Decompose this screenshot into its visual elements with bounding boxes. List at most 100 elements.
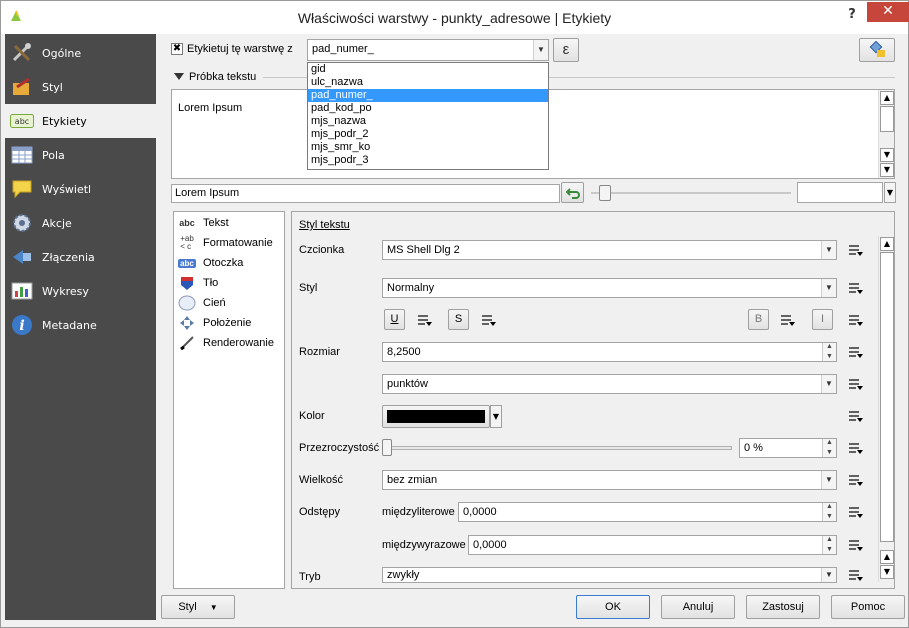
- chevron-down-icon[interactable]: ▼: [821, 241, 836, 259]
- field-option[interactable]: mjs_podr_3: [308, 154, 548, 167]
- tab-tekst[interactable]: abc Tekst: [177, 213, 228, 233]
- font-combo[interactable]: MS Shell Dlg 2 ▼: [382, 240, 837, 260]
- data-defined-override-button[interactable]: [845, 374, 871, 394]
- preview-text-input[interactable]: Lorem Ipsum: [171, 184, 560, 203]
- sidebar-item-pola[interactable]: Pola: [5, 138, 156, 172]
- font-label: Czcionka: [299, 244, 345, 256]
- sidebar-item-label: Wyświetl: [42, 182, 92, 196]
- sidebar-item-metadane[interactable]: i Metadane: [5, 308, 156, 342]
- word-spacing-stepper[interactable]: ▲ ▼: [822, 536, 836, 554]
- field-option[interactable]: mjs_podr_2: [308, 128, 548, 141]
- scroll-down-icon[interactable]: ▼: [880, 148, 894, 162]
- field-dropdown-list[interactable]: gid ulc_nazwa pad_numer_ pad_kod_po mjs_…: [307, 62, 549, 170]
- tab-polozenie[interactable]: Położenie: [177, 313, 251, 333]
- preview-scale-slider[interactable]: [591, 192, 791, 194]
- sidebar-item-ogolne[interactable]: Ogólne: [5, 36, 156, 70]
- mode-combo[interactable]: zwykły ▼: [382, 567, 837, 583]
- scroll-down-icon[interactable]: ▼: [880, 163, 894, 177]
- data-defined-override-button[interactable]: [845, 342, 871, 362]
- size-stepper[interactable]: ▲ ▼: [822, 343, 836, 361]
- data-defined-override-button[interactable]: [478, 310, 504, 330]
- background-color-box[interactable]: [797, 182, 883, 203]
- field-option[interactable]: pad_kod_po: [308, 102, 548, 115]
- tab-cien[interactable]: Cień: [177, 293, 226, 313]
- tab-tlo[interactable]: Tło: [177, 273, 218, 293]
- case-combo[interactable]: bez zmian ▼: [382, 470, 837, 490]
- apply-button[interactable]: Zastosuj: [746, 595, 820, 619]
- scroll-thumb[interactable]: [880, 252, 894, 542]
- sidebar-item-zlaczenia[interactable]: Złączenia: [5, 240, 156, 274]
- letter-spacing-stepper[interactable]: ▲ ▼: [822, 503, 836, 521]
- field-option-selected[interactable]: pad_numer_: [308, 89, 548, 102]
- sidebar-item-wykresy[interactable]: Wykresy: [5, 274, 156, 308]
- close-button[interactable]: ✕: [867, 2, 909, 22]
- expression-button[interactable]: ε: [553, 38, 579, 62]
- tab-renderowanie[interactable]: Renderowanie: [177, 333, 274, 353]
- tab-label: Położenie: [203, 317, 252, 329]
- rule-settings-button[interactable]: [859, 38, 895, 62]
- transparency-slider[interactable]: [386, 446, 732, 450]
- chevron-down-icon[interactable]: ▼: [884, 182, 896, 203]
- data-defined-override-button[interactable]: [845, 565, 871, 585]
- letter-spacing-spinbox[interactable]: 0,0000 ▲ ▼: [458, 502, 837, 522]
- scroll-down-icon[interactable]: ▼: [880, 565, 894, 579]
- italic-button[interactable]: I: [812, 309, 833, 330]
- field-option[interactable]: mjs_smr_ko: [308, 141, 548, 154]
- slider-handle[interactable]: [599, 185, 611, 201]
- ok-button[interactable]: OK: [576, 595, 650, 619]
- help-title-button[interactable]: ?: [837, 5, 867, 25]
- field-option[interactable]: gid: [308, 63, 548, 76]
- data-defined-override-button[interactable]: [845, 502, 871, 522]
- transparency-slider-handle[interactable]: [382, 439, 392, 456]
- data-defined-override-button[interactable]: [845, 278, 871, 298]
- scroll-thumb[interactable]: [880, 106, 894, 132]
- data-defined-override-button[interactable]: [845, 535, 871, 555]
- field-option[interactable]: ulc_nazwa: [308, 76, 548, 89]
- preview-scrollbar[interactable]: ▲ ▼ ▼: [878, 90, 894, 178]
- scroll-up-icon[interactable]: ▲: [880, 550, 894, 564]
- style-menu-button[interactable]: Styl ▼: [161, 595, 235, 619]
- transparency-spinbox[interactable]: 0 % ▲ ▼: [739, 438, 837, 458]
- strikeout-button[interactable]: S: [448, 309, 469, 330]
- data-defined-override-button[interactable]: [777, 310, 803, 330]
- chevron-down-icon[interactable]: ▼: [821, 375, 836, 393]
- label-field-value: pad_numer_: [312, 43, 374, 55]
- reset-preview-button[interactable]: [561, 182, 584, 203]
- data-defined-override-button[interactable]: [845, 406, 871, 426]
- scroll-up-icon[interactable]: ▲: [880, 91, 894, 105]
- chevron-down-icon[interactable]: ▼: [490, 405, 502, 428]
- chevron-down-icon[interactable]: ▼: [821, 279, 836, 297]
- tab-formatowanie[interactable]: +ab < c Formatowanie: [177, 233, 273, 253]
- sidebar-item-etykiety[interactable]: abc Etykiety: [5, 104, 156, 138]
- sidebar-item-styl[interactable]: Styl: [5, 70, 156, 104]
- chevron-down-icon[interactable]: ▼: [821, 568, 836, 582]
- underline-button[interactable]: U: [384, 309, 405, 330]
- field-option[interactable]: mjs_nazwa: [308, 115, 548, 128]
- help-button[interactable]: Pomoc: [831, 595, 905, 619]
- sidebar-item-akcje[interactable]: Akcje: [5, 206, 156, 240]
- scroll-up-icon[interactable]: ▲: [880, 237, 894, 251]
- data-defined-override-button[interactable]: [414, 310, 440, 330]
- style-combo[interactable]: Normalny ▼: [382, 278, 837, 298]
- chevron-down-icon[interactable]: ▼: [533, 40, 548, 60]
- size-spinbox[interactable]: 8,2500 ▲ ▼: [382, 342, 837, 362]
- color-button[interactable]: [382, 405, 490, 428]
- size-unit-combo[interactable]: punktów ▼: [382, 374, 837, 394]
- abc-label-icon: abc: [10, 110, 34, 132]
- word-spacing-spinbox[interactable]: 0,0000 ▲ ▼: [468, 535, 837, 555]
- bold-button[interactable]: B: [748, 309, 769, 330]
- data-defined-override-button[interactable]: [845, 470, 871, 490]
- label-layer-checkbox[interactable]: ✖: [171, 43, 183, 55]
- data-defined-override-button[interactable]: [845, 438, 871, 458]
- label-tabs-list: abc Tekst +ab < c Formatowanie abc Otoczk…: [173, 211, 285, 589]
- label-field-combo[interactable]: pad_numer_ ▼: [307, 39, 549, 61]
- sidebar-item-wyswietl[interactable]: Wyświetl: [5, 172, 156, 206]
- data-defined-override-button[interactable]: [845, 240, 871, 260]
- chevron-down-icon[interactable]: ▼: [821, 471, 836, 489]
- data-defined-override-button[interactable]: [845, 310, 871, 330]
- panel-scrollbar[interactable]: ▲ ▲ ▼: [878, 236, 894, 582]
- tab-otoczka[interactable]: abc Otoczka: [177, 253, 243, 273]
- collapse-arrow-icon[interactable]: [174, 73, 184, 80]
- cancel-button[interactable]: Anuluj: [661, 595, 735, 619]
- transparency-stepper[interactable]: ▲ ▼: [822, 439, 836, 457]
